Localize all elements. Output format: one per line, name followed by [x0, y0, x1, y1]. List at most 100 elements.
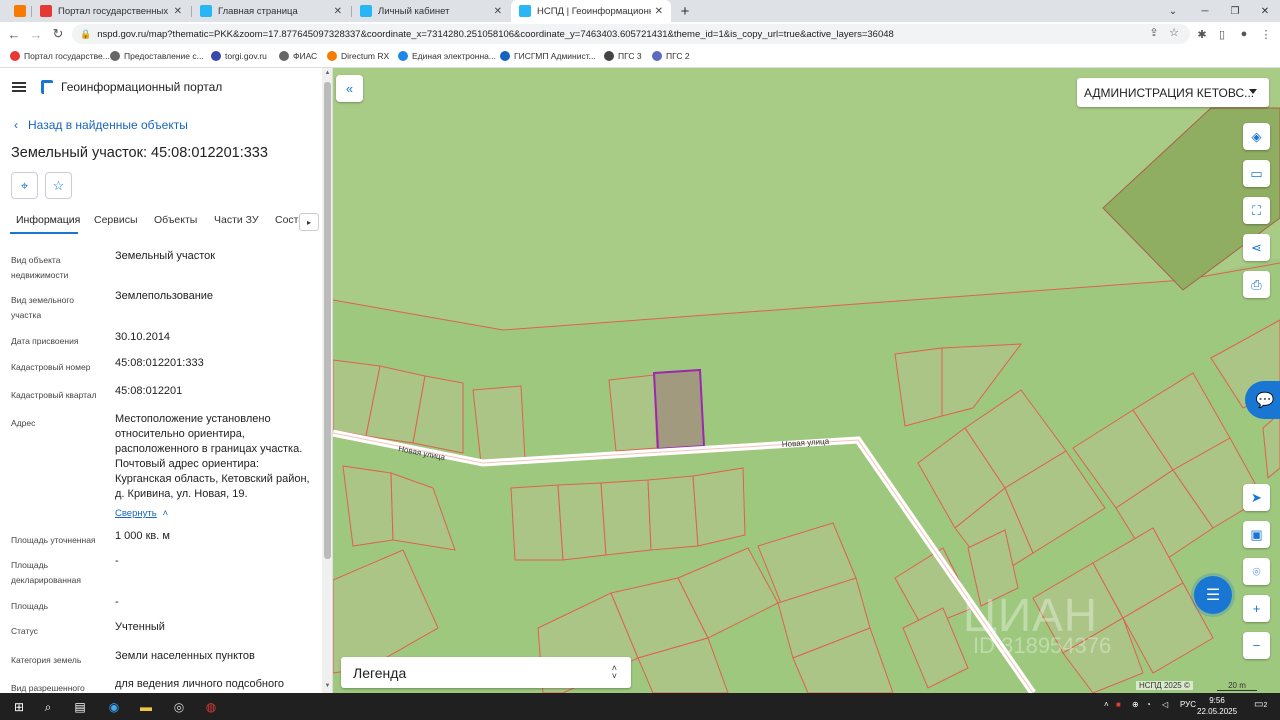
- field-label: Кадастровый квартал: [11, 390, 97, 400]
- collapse-link[interactable]: Свернуть ˄: [115, 508, 168, 519]
- close-tab-icon[interactable]: ✕: [174, 6, 182, 17]
- search-icon[interactable]: ⌕: [38, 697, 58, 717]
- bookmark-item[interactable]: ФИАС: [279, 46, 317, 66]
- layers-button[interactable]: ◈: [1243, 123, 1270, 150]
- gosuslugi-widget[interactable]: 💬: [1245, 381, 1280, 419]
- keyboard-language[interactable]: РУС: [1180, 700, 1196, 709]
- minimap-button[interactable]: ▣: [1243, 521, 1270, 548]
- bookmark-item[interactable]: Портал государстве...: [10, 46, 110, 66]
- bookmark-globe-icon: [604, 51, 614, 61]
- tray-chevron-icon[interactable]: ˄: [1104, 700, 1109, 709]
- minus-icon: −: [1252, 638, 1261, 653]
- tab-services[interactable]: Сервисы: [94, 214, 138, 226]
- panel-scrollbar[interactable]: ▲ ▼: [322, 68, 332, 693]
- tab-gosuslugi[interactable]: Портал государственных услуг ✕: [32, 0, 190, 22]
- tab-objects[interactable]: Объекты: [154, 214, 197, 226]
- share-icon[interactable]: ⇪: [1146, 24, 1162, 40]
- sidebar-icon[interactable]: ▯: [1214, 26, 1230, 42]
- map-canvas: Новая улица Новая улица: [333, 68, 1280, 693]
- field-label: Статус: [11, 626, 38, 636]
- bookmark-item[interactable]: Предоставление с...: [110, 46, 204, 66]
- notifications-icon[interactable]: ▭2: [1254, 699, 1267, 710]
- bookmark-item[interactable]: ПГС 3: [604, 46, 642, 66]
- favorite-button[interactable]: ☆: [45, 172, 72, 199]
- scroll-down-icon[interactable]: ▼: [324, 683, 331, 689]
- back-to-results-link[interactable]: ‹ Назад в найденные объекты: [14, 118, 188, 132]
- bookmark-label: ПГС 2: [666, 51, 690, 61]
- profile-avatar-icon[interactable]: ●: [1236, 26, 1252, 42]
- bookmark-label: torgi.gov.ru: [225, 51, 267, 61]
- close-tab-icon[interactable]: ✕: [655, 6, 663, 17]
- tab-personal-account[interactable]: Личный кабинет ✕: [352, 0, 510, 22]
- select-area-button[interactable]: ⛶: [1243, 197, 1270, 224]
- support-chat-button[interactable]: ☰: [1194, 576, 1232, 614]
- hamburger-menu-icon[interactable]: [12, 82, 26, 92]
- legend-label: Легенда: [353, 664, 407, 681]
- double-chevron-left-icon: «: [345, 81, 354, 96]
- admin-select-dropdown[interactable]: АДМИНИСТРАЦИЯ КЕТОВС...: [1077, 78, 1269, 107]
- close-window-button[interactable]: ✕: [1250, 0, 1280, 22]
- bookmark-star-icon[interactable]: ☆: [1166, 24, 1182, 40]
- task-view-icon[interactable]: ▤: [70, 697, 90, 717]
- measure-button[interactable]: ▭: [1243, 160, 1270, 187]
- new-tab-button[interactable]: +: [676, 0, 694, 22]
- object-title: Земельный участок: 45:08:012201:333: [11, 145, 268, 161]
- maximize-button[interactable]: ❐: [1220, 0, 1250, 22]
- share-icon: ⋖: [1251, 239, 1262, 255]
- browser-menu-icon[interactable]: ⋮: [1258, 26, 1274, 42]
- field-value: 45:08:012201:333: [115, 357, 204, 369]
- collapse-panel-button[interactable]: «: [336, 75, 363, 102]
- file-explorer-icon[interactable]: ▬: [136, 697, 156, 717]
- forward-arrow-icon[interactable]: →: [26, 24, 46, 44]
- app-icon[interactable]: ◎: [169, 697, 189, 717]
- bookmark-item[interactable]: torgi.gov.ru: [211, 46, 267, 66]
- tab-search-chevron-icon[interactable]: ⌄: [1158, 0, 1188, 22]
- extensions-icon[interactable]: ✱: [1194, 26, 1210, 42]
- field-label: Площадь: [11, 601, 49, 611]
- locate-icon: ⌖: [20, 177, 29, 193]
- geolocation-button[interactable]: ➤: [1243, 484, 1270, 511]
- close-tab-icon[interactable]: ✕: [334, 6, 342, 17]
- scroll-up-icon[interactable]: ▲: [324, 70, 331, 76]
- zoom-in-button[interactable]: +: [1243, 595, 1270, 622]
- tray-network-icon[interactable]: ⊕: [1132, 700, 1139, 709]
- tab-main-page[interactable]: Главная страница ✕: [192, 0, 350, 22]
- chrome-icon[interactable]: ◍: [201, 697, 221, 717]
- url-text: nspd.gov.ru/map?thematic=PKK&zoom=17.877…: [97, 28, 894, 40]
- bookmark-label: Единая электронна...: [412, 51, 496, 61]
- edge-browser-icon[interactable]: ◉: [104, 697, 124, 717]
- close-tab-icon[interactable]: ✕: [494, 6, 502, 17]
- cadastral-map[interactable]: Новая улица Новая улица ЦИАН ID 31895437…: [333, 68, 1280, 693]
- reload-icon[interactable]: ↻: [48, 24, 68, 44]
- navigation-arrow-icon: ➤: [1251, 489, 1262, 505]
- url-field[interactable]: 🔒 nspd.gov.ru/map?thematic=PKK&zoom=17.8…: [72, 24, 1190, 44]
- zoom-out-button[interactable]: −: [1243, 632, 1270, 659]
- tray-app-icon[interactable]: ■: [1116, 700, 1121, 709]
- tab-title: НСПД | Геоинформационный п: [537, 5, 651, 17]
- scrollbar-thumb[interactable]: [324, 82, 331, 559]
- bookmark-item[interactable]: ПГС 2: [652, 46, 690, 66]
- tab-information[interactable]: Информация: [16, 214, 80, 226]
- tab-parts[interactable]: Части ЗУ: [214, 214, 259, 226]
- bookmark-item[interactable]: ГИСГМП Админист...: [500, 46, 596, 66]
- windows-start-icon[interactable]: ⊞: [9, 697, 29, 717]
- bookmark-label: Предоставление с...: [124, 51, 204, 61]
- minimize-button[interactable]: ─: [1190, 0, 1220, 22]
- tabs-scroll-right-button[interactable]: ▸: [299, 213, 319, 231]
- legend-selector[interactable]: Легенда ˄ ˅: [341, 657, 631, 688]
- wifi-icon[interactable]: ◔: [1146, 700, 1151, 709]
- tab-nspd[interactable]: НСПД | Геоинформационный п ✕: [511, 0, 671, 22]
- bookmark-item[interactable]: Единая электронна...: [398, 46, 496, 66]
- field-label: Вид разрешенного: [11, 683, 85, 693]
- back-arrow-icon[interactable]: ←: [4, 24, 24, 44]
- bookmark-item[interactable]: Directum RX: [327, 46, 389, 66]
- locate-on-map-button[interactable]: ⌖: [11, 172, 38, 199]
- locate-point-button[interactable]: ⌾: [1243, 558, 1270, 585]
- field-value: -: [115, 555, 119, 567]
- bookmark-portal-icon: [398, 51, 408, 61]
- share-button[interactable]: ⋖: [1243, 234, 1270, 261]
- pinned-tab[interactable]: [6, 0, 28, 22]
- system-clock[interactable]: 9:56 22.05.2025: [1197, 695, 1237, 717]
- volume-icon[interactable]: ◁: [1162, 700, 1168, 709]
- print-button[interactable]: ⎙: [1243, 271, 1270, 298]
